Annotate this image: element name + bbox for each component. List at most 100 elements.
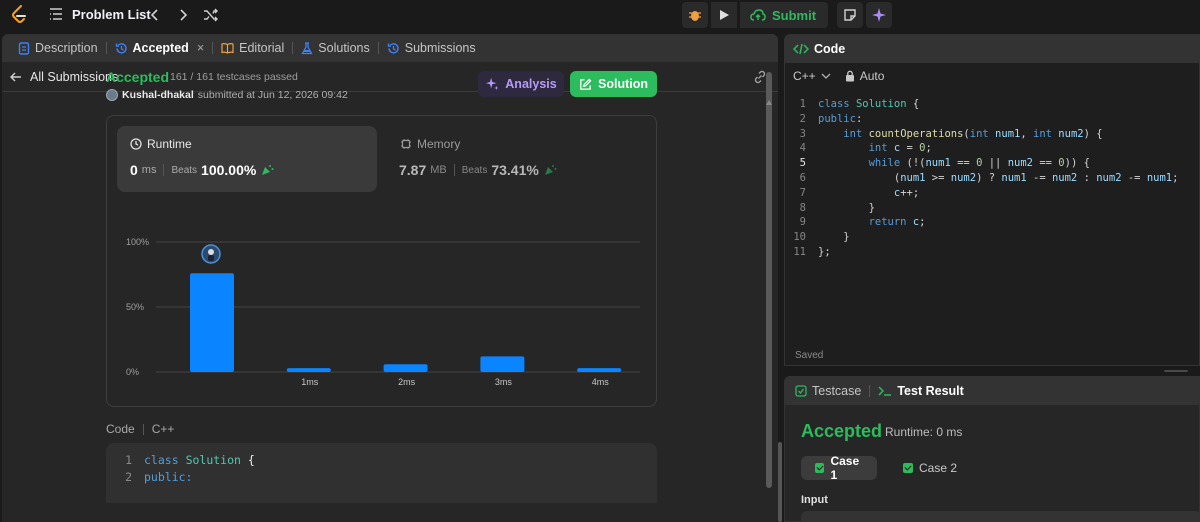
test-result-status: Accepted [801,421,883,441]
y-tick-label: 100% [126,237,149,247]
x-tick-label: 4ms [592,377,610,387]
problem-list-button[interactable]: Problem List [48,6,151,22]
code-section-label: Code [106,422,135,436]
line-number: 2 [125,470,132,484]
tab-test-result[interactable]: Test Result [878,384,964,398]
memory-label-row[interactable]: Memory [400,137,460,151]
runtime-beats-label: Beats [171,164,198,176]
code-brackets-icon [793,43,809,55]
all-submissions-link[interactable]: All Submissions [10,70,118,84]
editor-line[interactable]: 10 } [785,230,849,245]
test-panel-tabs: Testcase Test Result [785,377,1199,405]
memory-unit: MB [430,164,447,176]
code-panel-title: Code [814,42,846,56]
editor-line[interactable]: 7 c++; [785,186,919,201]
runtime-beats-value: 100.00% [201,162,257,178]
splitter-handle[interactable] [1164,370,1188,372]
history-icon [115,42,127,54]
editor-line[interactable]: 1 class Solution { [785,97,920,112]
submit-button[interactable]: Submit [740,2,829,28]
username[interactable]: Kushal-dhakal [122,89,194,101]
close-tab-icon[interactable]: × [197,41,204,55]
analysis-button[interactable]: Analysis [478,71,564,97]
tab-accepted[interactable]: Accepted × [107,34,213,62]
left-scrollbar[interactable] [766,72,772,488]
line-number: 7 [799,186,806,199]
memory-beats-label: Beats [461,164,488,176]
next-problem-button[interactable] [174,6,192,24]
tab-description[interactable]: Description [10,34,106,62]
auto-mode-toggle[interactable]: Auto [845,69,885,83]
chart-bar[interactable] [577,368,622,372]
code-panel: Code C++ Auto 1 class Solution { 2 public: 3… [784,34,1200,366]
tab-solutions[interactable]: Solutions [293,34,377,62]
line-number: 2 [799,112,806,125]
line-number: 10 [793,231,806,244]
editor-line[interactable]: 4 int c = 0; [785,141,932,156]
chip-icon [401,139,411,149]
code-text: }; [818,246,831,258]
tab-submissions[interactable]: Submissions [379,34,484,62]
case-1-label: Case 1 [830,454,860,482]
language-select[interactable]: C++ [793,69,831,83]
editor-line[interactable]: 9 return c; [785,215,926,230]
line-number: 8 [799,201,806,214]
editor-line[interactable]: 2 public: [785,112,863,127]
code-text: return c; [868,216,926,229]
random-problem-button[interactable] [202,6,220,24]
leetcode-logo-icon[interactable] [10,5,28,25]
panel-splitter[interactable] [784,368,1200,374]
chevron-down-icon [821,73,831,79]
line-number: 11 [793,246,806,258]
editor-line[interactable]: 5 while (!(num1 == 0 || num2 == 0)) { [785,156,1090,171]
chevron-left-icon [150,9,158,21]
chart-bar[interactable] [480,356,525,372]
avatar[interactable] [106,89,118,101]
runtime-label: Runtime [147,137,192,151]
code-text: int c = 0; [868,142,932,155]
tab-test-result-label: Test Result [897,384,964,398]
description-icon [18,41,30,55]
editor-line[interactable]: 6 (num1 >= num2) ? num1 -= num2 : num2 -… [785,171,1179,186]
divider [453,164,455,176]
scroll-up-arrow[interactable] [766,93,772,105]
chart-bar[interactable] [383,364,428,372]
panel-resize-handle[interactable] [778,442,782,522]
debug-button[interactable] [682,2,708,28]
user-marker-body [208,255,214,261]
case-1-tab[interactable]: Case 1 [801,454,877,482]
chart-bar[interactable] [286,368,331,372]
editor-line[interactable]: 8 } [785,201,875,216]
chart-bar[interactable] [190,273,234,372]
code-text: int countOperations(int num1, int num2) … [843,127,1103,140]
submitted-code-box[interactable]: 1 class Solution { 2 public: [106,443,657,503]
runtime-distribution-chart[interactable]: 100%50%0%1ms2ms3ms4ms1ms2ms3ms4ms [118,200,654,390]
tab-accepted-label: Accepted [132,41,189,55]
memory-label: Memory [417,137,461,151]
memory-value-row[interactable]: 7.87 MB Beats 73.41% [399,162,557,178]
code-section-header: Code C++ [106,422,174,436]
input-value-box[interactable] [801,511,1199,521]
auto-mode-label: Auto [859,69,885,83]
line-number: 6 [799,172,806,184]
case-2-tab[interactable]: Case 2 [889,456,967,480]
line-number: 4 [799,142,806,155]
line-number: 1 [799,98,806,110]
editor-line[interactable]: 3 int countOperations(int num1, int num2… [785,127,1103,142]
code-text: class Solution { [818,98,920,110]
editor-line[interactable]: 11}; [785,245,831,260]
tab-solutions-label: Solutions [318,41,370,55]
divider [142,423,144,435]
tab-editorial[interactable]: Editorial [213,34,292,62]
case-2-label: Case 2 [919,461,958,475]
ai-assistant-button[interactable] [866,2,893,28]
tab-testcase[interactable]: Testcase [795,384,861,398]
tab-description-label: Description [35,41,98,55]
run-button[interactable] [711,2,737,28]
solution-button[interactable]: Solution [570,71,657,97]
runtime-box[interactable] [117,126,377,192]
flask-icon [301,41,313,54]
prev-problem-button[interactable] [146,6,164,24]
notes-button[interactable] [837,2,864,28]
cloud-upload-icon [750,9,766,21]
